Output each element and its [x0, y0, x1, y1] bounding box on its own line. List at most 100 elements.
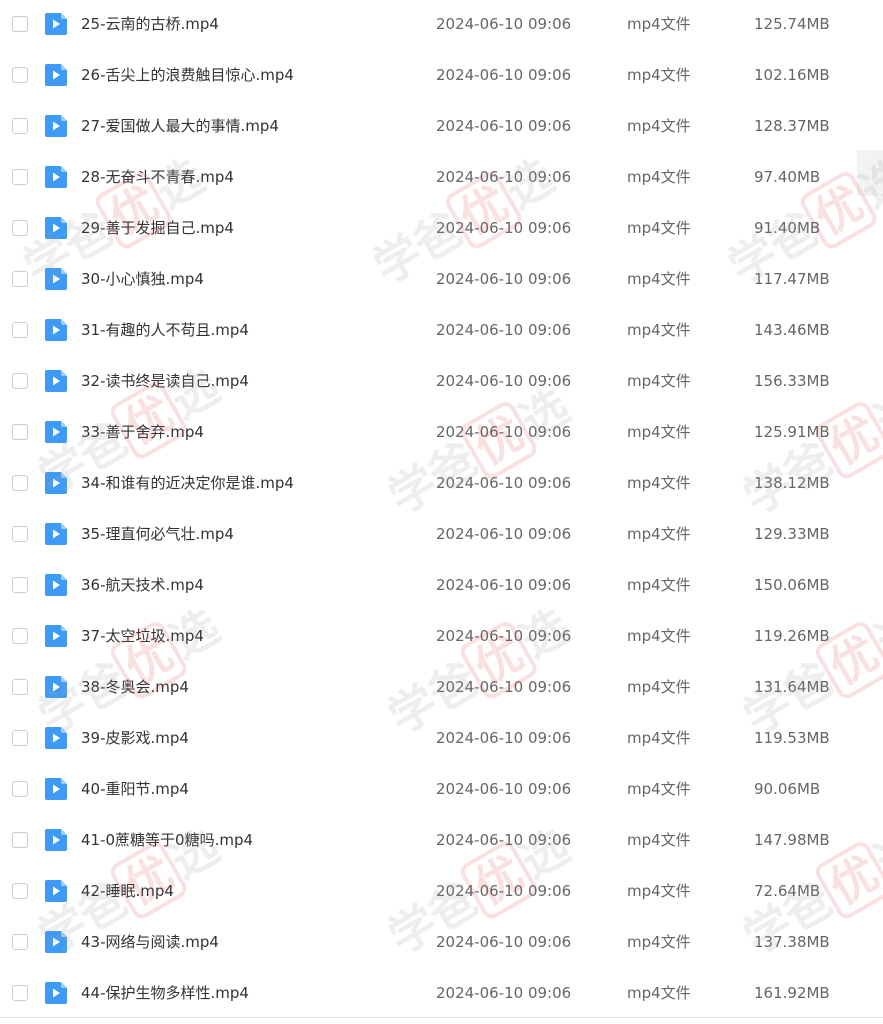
video-file-icon [45, 880, 67, 902]
file-row[interactable]: 44-保护生物多样性.mp4 2024-06-10 09:06 mp4文件 16… [0, 969, 883, 1020]
row-checkbox[interactable] [12, 373, 28, 389]
row-checkbox[interactable] [12, 16, 28, 32]
file-type: mp4文件 [627, 678, 691, 696]
file-row[interactable]: 35-理直何必气壮.mp4 2024-06-10 09:06 mp4文件 129… [0, 510, 883, 561]
modified-date: 2024-06-10 09:06 [436, 168, 572, 186]
file-name[interactable]: 40-重阳节.mp4 [81, 779, 189, 799]
row-checkbox[interactable] [12, 679, 28, 695]
row-checkbox[interactable] [12, 730, 28, 746]
row-checkbox[interactable] [12, 577, 28, 593]
row-checkbox[interactable] [12, 985, 28, 1001]
file-name[interactable]: 39-皮影戏.mp4 [81, 728, 189, 748]
file-row[interactable]: 36-航天技术.mp4 2024-06-10 09:06 mp4文件 150.0… [0, 561, 883, 612]
row-checkbox[interactable] [12, 628, 28, 644]
file-name[interactable]: 35-理直何必气壮.mp4 [81, 524, 234, 544]
file-row[interactable]: 31-有趣的人不苟且.mp4 2024-06-10 09:06 mp4文件 14… [0, 306, 883, 357]
file-size: 72.64MB [754, 882, 821, 900]
file-row[interactable]: 32-读书终是读自己.mp4 2024-06-10 09:06 mp4文件 15… [0, 357, 883, 408]
modified-date: 2024-06-10 09:06 [436, 270, 572, 288]
file-type: mp4文件 [627, 372, 691, 390]
file-row[interactable]: 37-太空垃圾.mp4 2024-06-10 09:06 mp4文件 119.2… [0, 612, 883, 663]
file-name[interactable]: 28-无奋斗不青春.mp4 [81, 167, 234, 187]
file-row[interactable]: 41-0蔗糖等于0糖吗.mp4 2024-06-10 09:06 mp4文件 1… [0, 816, 883, 867]
modified-date: 2024-06-10 09:06 [436, 117, 572, 135]
file-name[interactable]: 29-善于发掘自己.mp4 [81, 218, 234, 238]
modified-date: 2024-06-10 09:06 [436, 321, 572, 339]
modified-date: 2024-06-10 09:06 [436, 984, 572, 1002]
file-size: 161.92MB [754, 984, 830, 1002]
file-name[interactable]: 41-0蔗糖等于0糖吗.mp4 [81, 830, 253, 850]
file-row[interactable]: 27-爱国做人最大的事情.mp4 2024-06-10 09:06 mp4文件 … [0, 102, 883, 153]
file-type: mp4文件 [627, 984, 691, 1002]
file-row[interactable]: 40-重阳节.mp4 2024-06-10 09:06 mp4文件 90.06M… [0, 765, 883, 816]
file-type: mp4文件 [627, 66, 691, 84]
file-size: 117.47MB [754, 270, 830, 288]
file-name[interactable]: 34-和谁有的近决定你是谁.mp4 [81, 473, 294, 493]
file-name[interactable]: 31-有趣的人不苟且.mp4 [81, 320, 249, 340]
file-row[interactable]: 39-皮影戏.mp4 2024-06-10 09:06 mp4文件 119.53… [0, 714, 883, 765]
file-row[interactable]: 34-和谁有的近决定你是谁.mp4 2024-06-10 09:06 mp4文件… [0, 459, 883, 510]
file-name[interactable]: 26-舌尖上的浪费触目惊心.mp4 [81, 65, 294, 85]
file-name[interactable]: 44-保护生物多样性.mp4 [81, 983, 249, 1003]
video-file-icon [45, 931, 67, 953]
file-row[interactable]: 25-云南的古桥.mp4 2024-06-10 09:06 mp4文件 125.… [0, 0, 883, 51]
file-name[interactable]: 32-读书终是读自己.mp4 [81, 371, 249, 391]
file-row[interactable]: 33-善于舍弃.mp4 2024-06-10 09:06 mp4文件 125.9… [0, 408, 883, 459]
file-type: mp4文件 [627, 117, 691, 135]
file-type: mp4文件 [627, 168, 691, 186]
row-checkbox[interactable] [12, 883, 28, 899]
row-checkbox[interactable] [12, 781, 28, 797]
file-name[interactable]: 33-善于舍弃.mp4 [81, 422, 204, 442]
file-size: 143.46MB [754, 321, 830, 339]
file-type: mp4文件 [627, 729, 691, 747]
file-name[interactable]: 37-太空垃圾.mp4 [81, 626, 204, 646]
file-size: 138.12MB [754, 474, 830, 492]
file-name[interactable]: 27-爱国做人最大的事情.mp4 [81, 116, 279, 136]
scrollbar-thumb[interactable] [857, 150, 883, 196]
file-row[interactable]: 26-舌尖上的浪费触目惊心.mp4 2024-06-10 09:06 mp4文件… [0, 51, 883, 102]
video-file-icon [45, 115, 67, 137]
file-type: mp4文件 [627, 219, 691, 237]
file-type: mp4文件 [627, 882, 691, 900]
row-checkbox[interactable] [12, 475, 28, 491]
file-type: mp4文件 [627, 321, 691, 339]
video-file-icon [45, 64, 67, 86]
file-size: 125.91MB [754, 423, 830, 441]
file-name[interactable]: 42-睡眠.mp4 [81, 881, 174, 901]
file-name[interactable]: 25-云南的古桥.mp4 [81, 14, 219, 34]
file-row[interactable]: 30-小心慎独.mp4 2024-06-10 09:06 mp4文件 117.4… [0, 255, 883, 306]
file-row[interactable]: 28-无奋斗不青春.mp4 2024-06-10 09:06 mp4文件 97.… [0, 153, 883, 204]
modified-date: 2024-06-10 09:06 [436, 882, 572, 900]
modified-date: 2024-06-10 09:06 [436, 627, 572, 645]
row-checkbox[interactable] [12, 526, 28, 542]
row-checkbox[interactable] [12, 424, 28, 440]
row-checkbox[interactable] [12, 67, 28, 83]
file-size: 90.06MB [754, 780, 821, 798]
file-type: mp4文件 [627, 270, 691, 288]
row-checkbox[interactable] [12, 322, 28, 338]
file-row[interactable]: 42-睡眠.mp4 2024-06-10 09:06 mp4文件 72.64MB [0, 867, 883, 918]
row-checkbox[interactable] [12, 934, 28, 950]
file-size: 147.98MB [754, 831, 830, 849]
row-checkbox[interactable] [12, 169, 28, 185]
row-checkbox[interactable] [12, 118, 28, 134]
file-name[interactable]: 36-航天技术.mp4 [81, 575, 204, 595]
row-checkbox[interactable] [12, 832, 28, 848]
video-file-icon [45, 523, 67, 545]
file-name[interactable]: 38-冬奥会.mp4 [81, 677, 189, 697]
file-name[interactable]: 43-网络与阅读.mp4 [81, 932, 219, 952]
modified-date: 2024-06-10 09:06 [436, 474, 572, 492]
file-type: mp4文件 [627, 474, 691, 492]
row-checkbox[interactable] [12, 220, 28, 236]
file-type: mp4文件 [627, 933, 691, 951]
file-type: mp4文件 [627, 525, 691, 543]
file-name[interactable]: 30-小心慎独.mp4 [81, 269, 204, 289]
row-checkbox[interactable] [12, 271, 28, 287]
file-row[interactable]: 43-网络与阅读.mp4 2024-06-10 09:06 mp4文件 137.… [0, 918, 883, 969]
file-row[interactable]: 29-善于发掘自己.mp4 2024-06-10 09:06 mp4文件 91.… [0, 204, 883, 255]
modified-date: 2024-06-10 09:06 [436, 15, 572, 33]
video-file-icon [45, 982, 67, 1004]
file-list: 25-云南的古桥.mp4 2024-06-10 09:06 mp4文件 125.… [0, 0, 883, 1017]
video-file-icon [45, 778, 67, 800]
file-row[interactable]: 38-冬奥会.mp4 2024-06-10 09:06 mp4文件 131.64… [0, 663, 883, 714]
